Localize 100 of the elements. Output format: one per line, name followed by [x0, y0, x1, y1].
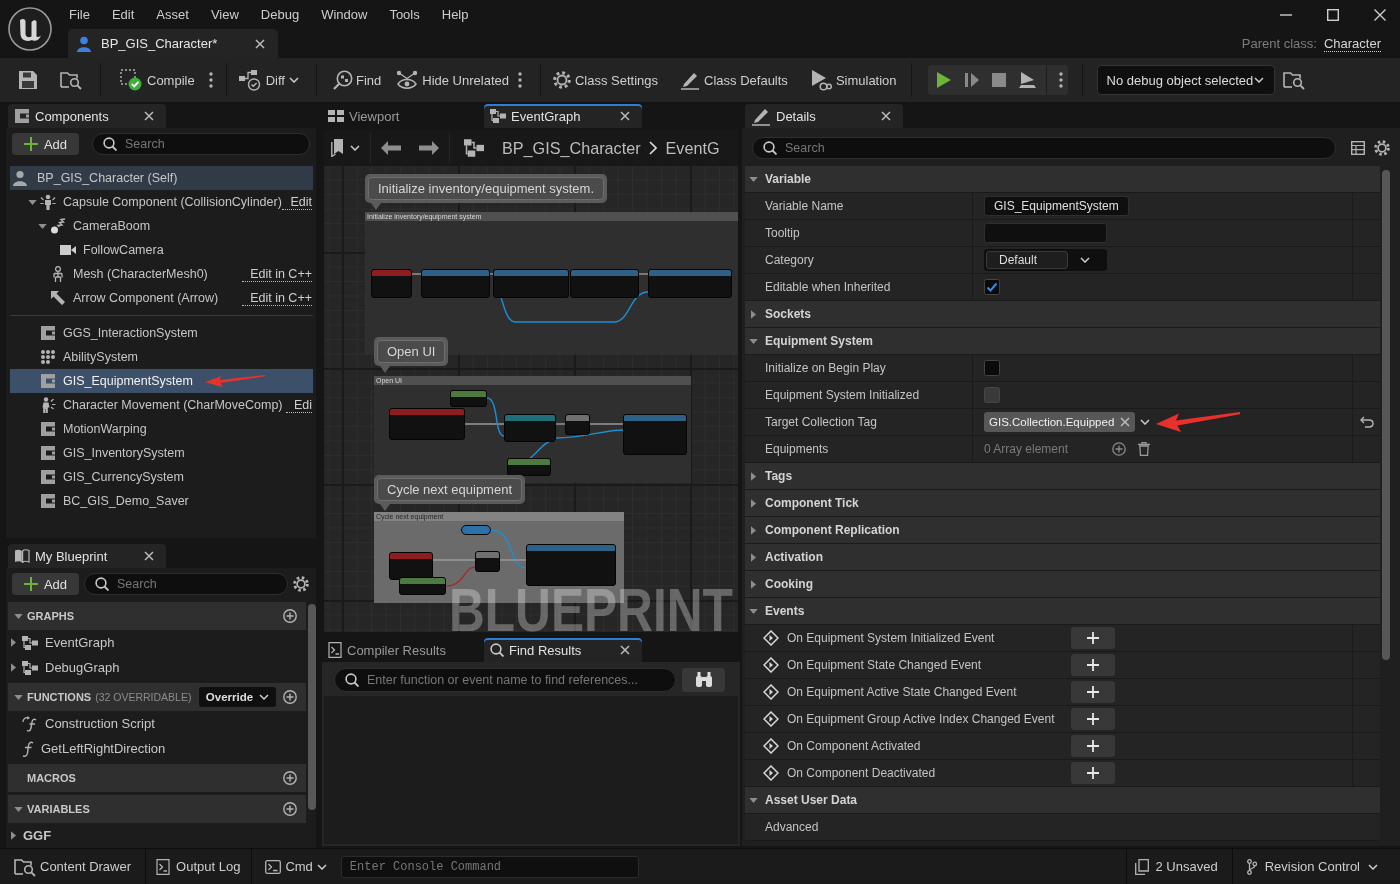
add-event-button[interactable] — [1071, 708, 1115, 730]
section-header[interactable]: Variable — [745, 166, 1380, 193]
trash-icon[interactable] — [1138, 442, 1151, 456]
add-event-button[interactable] — [1071, 762, 1115, 784]
add-circle-icon[interactable] — [1112, 442, 1127, 456]
graph-node[interactable] — [565, 414, 590, 435]
tree-item[interactable]: BP_GIS_Character (Self) — [10, 166, 313, 190]
tree-item[interactable]: MotionWarping — [10, 417, 313, 441]
graph-node[interactable] — [648, 269, 732, 298]
caret-down-icon[interactable] — [37, 223, 47, 229]
edit-link[interactable]: Edit in C++ — [242, 290, 312, 306]
section-header[interactable]: GRAPHS — [8, 602, 306, 630]
caret-down-icon[interactable] — [27, 199, 37, 205]
section-header[interactable]: Cooking — [745, 571, 1380, 598]
document-tab[interactable]: BP_GIS_Character* — [68, 29, 278, 58]
edit-link[interactable]: Edit — [282, 194, 312, 210]
class-settings-button[interactable]: Class Settings — [552, 65, 659, 95]
tree-item[interactable]: Arrow Component (Arrow) Edit in C++ — [10, 286, 313, 310]
settings-icon[interactable] — [293, 576, 309, 592]
console-input[interactable]: Enter Console Command — [340, 855, 639, 878]
scrollbar-thumb[interactable] — [1382, 170, 1390, 660]
search-field[interactable]: Search — [752, 137, 1336, 159]
step-icon[interactable] — [963, 72, 980, 88]
graph-node[interactable] — [623, 414, 687, 455]
tree-item[interactable]: Capsule Component (CollisionCylinder) Edit — [10, 190, 313, 214]
table-icon[interactable] — [1351, 141, 1365, 155]
graph-node[interactable] — [507, 458, 551, 476]
minimize-icon[interactable] — [1280, 13, 1292, 16]
add-button[interactable]: Add — [12, 573, 79, 595]
tree-item[interactable]: Mesh (CharacterMesh0) Edit in C++ — [10, 262, 313, 286]
add-event-button[interactable] — [1071, 735, 1115, 757]
section-header[interactable]: MACROS — [8, 764, 306, 792]
menu-item[interactable]: Help — [430, 3, 480, 26]
panel-tab[interactable]: Components — [8, 104, 166, 128]
graph-node[interactable] — [371, 269, 412, 298]
diff-dropdown[interactable]: Diff — [237, 65, 299, 95]
graph-node[interactable] — [389, 408, 465, 440]
tree-item[interactable]: GGS_InteractionSystem — [10, 321, 313, 345]
play-icon[interactable] — [935, 71, 952, 89]
class-defaults-button[interactable]: Class Defaults — [680, 65, 788, 95]
graph-node[interactable] — [461, 525, 491, 535]
section-header[interactable]: Tags — [745, 463, 1380, 490]
tree-item[interactable]: GIS_CurrencySystem — [10, 465, 313, 489]
debug-object-dropdown[interactable]: No debug object selected — [1096, 65, 1275, 95]
close-icon[interactable] — [1374, 8, 1386, 21]
add-button[interactable]: Add — [12, 133, 79, 155]
breadcrumb-item[interactable]: BP_GIS_Character — [502, 138, 641, 158]
panel-tab[interactable]: Compiler Results — [322, 638, 480, 662]
add-circle-icon[interactable] — [283, 690, 297, 704]
play-base-icon[interactable] — [1017, 71, 1036, 89]
tag-chip[interactable]: GIS.Collection.Equipped — [984, 412, 1136, 432]
tree-item[interactable]: AbilitySystem — [10, 345, 313, 369]
panel-tab[interactable]: Details — [745, 104, 903, 128]
close-icon[interactable] — [620, 645, 630, 655]
add-event-button[interactable] — [1071, 681, 1115, 703]
graph-node[interactable] — [399, 577, 446, 595]
checkbox[interactable] — [984, 279, 1000, 295]
add-circle-icon[interactable] — [283, 609, 297, 623]
section-header[interactable]: Sockets — [745, 301, 1380, 328]
add-event-button[interactable] — [1071, 654, 1115, 676]
menu-item[interactable]: Asset — [145, 3, 200, 26]
panel-tab[interactable]: Find Results — [484, 638, 642, 662]
stop-icon[interactable] — [991, 73, 1006, 87]
blueprint-item[interactable]: EventGraph — [8, 630, 306, 655]
text-field[interactable] — [984, 223, 1107, 243]
graph-node[interactable] — [421, 269, 490, 298]
app-logo[interactable] — [8, 7, 52, 51]
graph-node[interactable] — [450, 390, 487, 407]
checkbox[interactable] — [984, 360, 1000, 376]
close-icon[interactable] — [255, 38, 265, 49]
caret-right-icon[interactable] — [10, 831, 16, 840]
close-icon[interactable] — [881, 111, 891, 121]
save-icon[interactable] — [18, 70, 38, 90]
compile-button[interactable]: Compile — [120, 65, 195, 95]
folder-search-icon[interactable] — [1282, 70, 1305, 90]
caret-right-icon[interactable] — [10, 638, 16, 647]
add-circle-icon[interactable] — [283, 771, 297, 785]
section-header[interactable]: FUNCTIONS (32 OVERRIDABLE) Override — [8, 683, 306, 711]
section-header[interactable]: Events — [745, 598, 1380, 625]
revision-control-dropdown[interactable]: Revision Control — [1246, 852, 1378, 881]
parent-class-link[interactable]: Character — [1323, 35, 1381, 52]
edit-link[interactable]: Edi — [285, 397, 312, 413]
add-circle-icon[interactable] — [283, 802, 297, 816]
tree-item[interactable]: Character Movement (CharMoveComp) Edi — [10, 393, 313, 417]
override-dropdown[interactable]: Override — [199, 687, 276, 707]
section-header[interactable]: VARIABLES — [8, 795, 306, 823]
folder-search-icon[interactable] — [60, 70, 82, 90]
tree-item[interactable]: GIS_InventorySystem — [10, 441, 313, 465]
blueprint-item[interactable]: Construction Script — [8, 711, 306, 736]
menu-item[interactable]: Tools — [378, 3, 431, 26]
bookmark-icon[interactable] — [331, 139, 343, 157]
unsaved-button[interactable]: 2 Unsaved — [1135, 852, 1218, 881]
find-button[interactable]: Find — [332, 65, 382, 95]
menu-item[interactable]: Window — [310, 3, 379, 26]
graph-node[interactable] — [389, 552, 433, 580]
tree-item[interactable]: CameraBoom — [10, 214, 313, 238]
close-icon[interactable] — [620, 111, 630, 121]
search-field[interactable]: Search — [92, 133, 310, 155]
simulation-button[interactable]: Simulation — [809, 65, 897, 95]
reset-icon[interactable] — [1359, 416, 1374, 428]
